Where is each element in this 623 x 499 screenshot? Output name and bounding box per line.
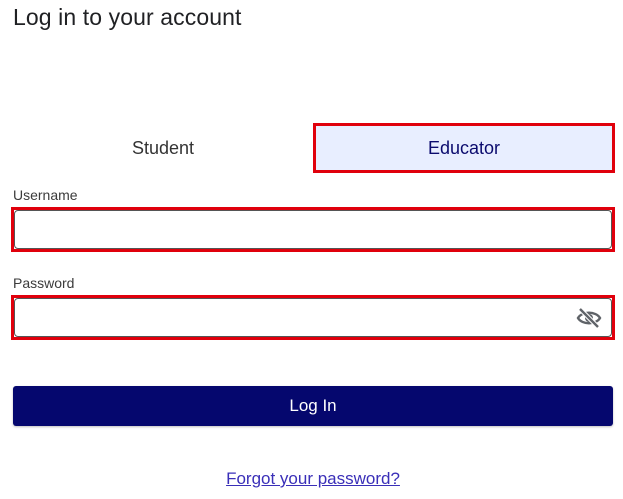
password-label: Password <box>13 275 75 291</box>
login-button[interactable]: Log In <box>13 386 613 426</box>
login-page: Log in to your account Student Educator … <box>0 0 623 499</box>
username-label: Username <box>13 187 78 203</box>
tab-educator[interactable]: Educator <box>313 123 615 173</box>
role-tabs: Student Educator <box>13 123 615 173</box>
forgot-password-link[interactable]: Forgot your password? <box>0 469 623 489</box>
eye-slash-icon[interactable] <box>576 307 602 329</box>
password-field-wrapper <box>11 295 615 340</box>
username-field-wrapper <box>11 207 615 252</box>
password-input[interactable] <box>14 298 612 337</box>
tab-student[interactable]: Student <box>13 123 313 173</box>
username-input[interactable] <box>14 210 612 249</box>
page-title: Log in to your account <box>13 4 242 30</box>
